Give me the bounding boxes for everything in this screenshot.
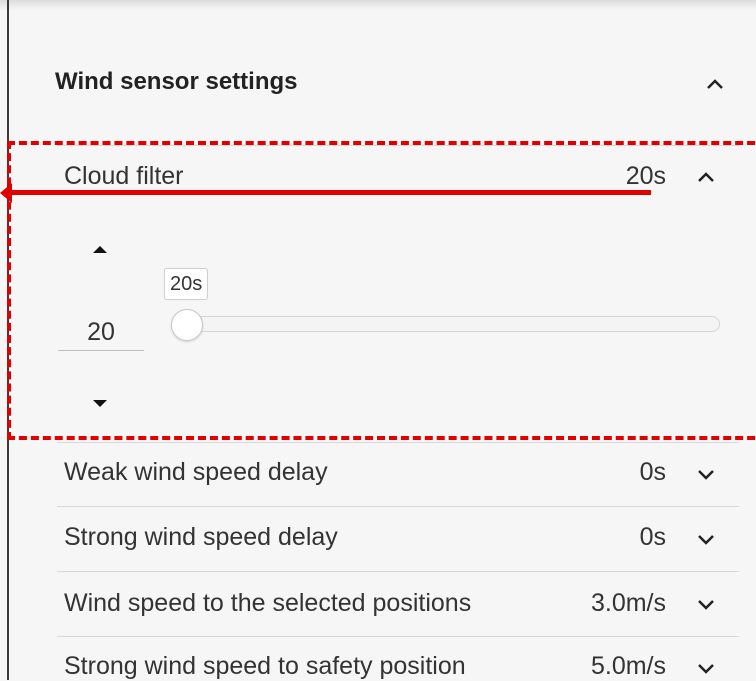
strong-wind-speed-delay-value: 0s (639, 523, 666, 551)
annotation-arrow-head (0, 183, 12, 203)
divider (57, 636, 739, 637)
annotation-arrow-line (5, 190, 651, 195)
spinner-underline (58, 350, 144, 351)
slider-tooltip: 20s (164, 268, 209, 300)
section-title: Wind sensor settings (55, 68, 298, 95)
cloud-filter-slider-track[interactable] (174, 316, 720, 332)
panel-left-border (7, 0, 9, 680)
chevron-down-icon[interactable] (694, 592, 718, 616)
divider (57, 145, 739, 146)
chevron-up-icon[interactable] (694, 165, 718, 189)
cloud-filter-spinner-input[interactable]: 20 (58, 318, 144, 347)
strong-wind-speed-delay-label: Strong wind speed delay (64, 523, 338, 551)
top-shadow (0, 0, 756, 10)
cloud-filter-value: 20s (625, 162, 666, 190)
cloud-filter-label: Cloud filter (64, 162, 184, 190)
spinner-increment-icon[interactable] (90, 242, 110, 256)
divider (57, 506, 739, 507)
strong-wind-safety-position-label: Strong wind speed to safety position (64, 652, 466, 680)
divider (57, 442, 739, 443)
strong-wind-safety-position-value: 5.0m/s (590, 652, 666, 680)
wind-speed-selected-positions-value: 3.0m/s (590, 589, 666, 617)
divider (57, 571, 739, 572)
chevron-up-icon[interactable] (703, 72, 727, 96)
chevron-down-icon[interactable] (694, 462, 718, 486)
weak-wind-speed-delay-value: 0s (639, 458, 666, 486)
wind-speed-selected-positions-label: Wind speed to the selected positions (64, 589, 472, 617)
weak-wind-speed-delay-label: Weak wind speed delay (64, 458, 328, 486)
spinner-decrement-icon[interactable] (90, 397, 110, 411)
chevron-down-icon[interactable] (694, 527, 718, 551)
cloud-filter-slider-thumb[interactable] (171, 309, 203, 341)
chevron-down-icon[interactable] (694, 656, 718, 680)
